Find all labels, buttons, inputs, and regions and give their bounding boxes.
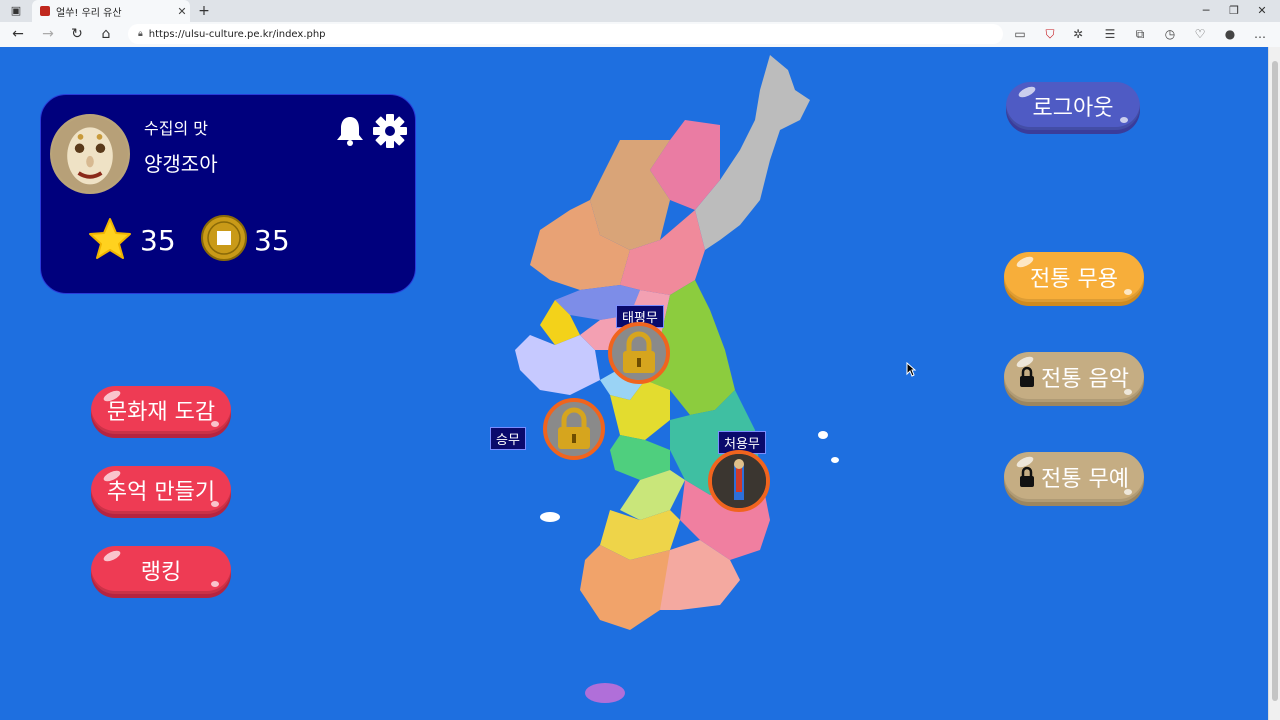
dancer-photo-icon <box>712 454 766 508</box>
puzzle-icon[interactable]: ✲ <box>1068 22 1088 47</box>
traditional-dance-button[interactable]: 전통 무용 <box>1004 252 1144 302</box>
restore-icon[interactable]: ❐ <box>1224 0 1244 22</box>
stars-count: 35 <box>140 224 176 257</box>
tab-actions-icon[interactable]: ▣ <box>6 0 26 22</box>
shield-icon[interactable]: ⛉ <box>1040 22 1060 47</box>
back-icon[interactable]: ← <box>7 22 29 47</box>
traditional-dance-label: 전통 무용 <box>1030 267 1118 292</box>
refresh-icon[interactable]: ↻ <box>66 22 88 47</box>
url-text: https://ulsu-culture.pe.kr/index.php <box>148 28 326 40</box>
traditional-music-label: 전통 음악 <box>1041 367 1129 392</box>
browser-tab[interactable]: 얼쑤! 우리 유산 ✕ <box>32 0 190 22</box>
gear-icon[interactable] <box>372 113 408 149</box>
heritage-book-label: 문화재 도감 <box>106 400 216 425</box>
logout-button[interactable]: 로그아웃 <box>1006 82 1140 130</box>
korea-map <box>515 55 839 703</box>
collections-icon[interactable]: ⧉ <box>1130 22 1150 47</box>
pin-cheoyongmu[interactable] <box>708 450 770 512</box>
bell-icon[interactable] <box>336 115 364 147</box>
new-tab-icon[interactable]: + <box>196 0 212 22</box>
pin-label-seungmu: 승무 <box>490 427 526 450</box>
traditional-martial-arts-label: 전통 무예 <box>1041 467 1129 492</box>
url-field[interactable]: 🔒︎ https://ulsu-culture.pe.kr/index.php <box>128 24 1003 44</box>
forward-icon[interactable]: → <box>37 22 59 47</box>
ranking-label: 랭킹 <box>140 560 182 585</box>
pin-seungmu[interactable] <box>543 398 605 460</box>
mouse-cursor-icon <box>906 362 916 377</box>
close-tab-icon[interactable]: ✕ <box>174 5 190 18</box>
profile-title: 수집의 맛 <box>144 119 208 138</box>
minimize-icon[interactable]: ─ <box>1196 0 1216 22</box>
lock-icon: 🔒︎ <box>138 29 143 39</box>
profile-nickname: 양갱조아 <box>144 152 218 176</box>
mask-avatar-icon <box>52 116 128 192</box>
coin-icon <box>201 215 247 261</box>
favorites-list-icon[interactable]: ☰ <box>1100 22 1120 47</box>
history-icon[interactable]: ◷ <box>1160 22 1180 47</box>
home-icon[interactable]: ⌂ <box>95 22 117 47</box>
coins-count: 35 <box>254 224 290 257</box>
pin-taepyeongmu[interactable] <box>608 322 670 384</box>
browser-tab-strip: ▣ 얼쑤! 우리 유산 ✕ + ─ ❐ ✕ <box>0 0 1280 22</box>
close-window-icon[interactable]: ✕ <box>1252 0 1272 22</box>
extension-icon[interactable]: ▭ <box>1010 22 1030 47</box>
scrollbar[interactable] <box>1268 47 1280 720</box>
browser-essentials-icon[interactable]: ♡ <box>1190 22 1210 47</box>
traditional-music-button[interactable]: 전통 음악 <box>1004 352 1144 402</box>
menu-icon[interactable]: … <box>1250 22 1270 47</box>
lock-icon <box>558 407 590 449</box>
profile-icon[interactable]: ● <box>1220 22 1240 47</box>
lock-icon <box>1020 366 1035 387</box>
ranking-button[interactable]: 랭킹 <box>91 546 231 594</box>
heritage-book-button[interactable]: 문화재 도감 <box>91 386 231 434</box>
star-icon <box>89 218 131 259</box>
site-favicon-icon <box>40 6 50 16</box>
memory-button[interactable]: 추억 만들기 <box>91 466 231 514</box>
avatar[interactable] <box>50 114 130 194</box>
memory-label: 추억 만들기 <box>106 480 216 505</box>
tab-title: 얼쑤! 우리 유산 <box>56 7 122 19</box>
lock-icon <box>623 331 655 373</box>
traditional-martial-arts-button[interactable]: 전통 무예 <box>1004 452 1144 502</box>
logout-label: 로그아웃 <box>1032 96 1114 121</box>
lock-icon <box>1020 466 1035 487</box>
